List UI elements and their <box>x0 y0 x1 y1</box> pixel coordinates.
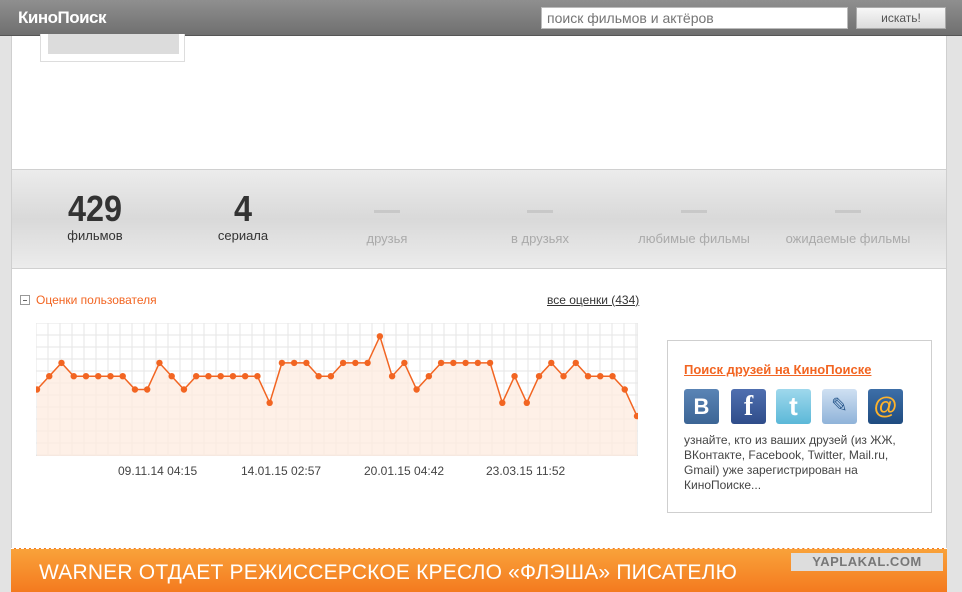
chart-x-label: 14.01.15 02:57 <box>241 464 322 478</box>
chart-point[interactable] <box>82 373 90 380</box>
chart-point[interactable] <box>401 359 408 367</box>
top-bar: КиноПоиск искать! <box>0 0 962 36</box>
chart-point[interactable] <box>364 359 371 367</box>
ratings-title: Оценки пользователя <box>36 293 157 307</box>
chart-point[interactable] <box>205 373 212 380</box>
chart-point[interactable] <box>499 399 506 406</box>
avatar <box>40 34 185 62</box>
chart-point[interactable] <box>450 359 457 367</box>
chart-point[interactable] <box>437 359 445 367</box>
stat-favorite-films[interactable]: любимые фильмы <box>624 170 764 246</box>
chart-point[interactable] <box>425 373 433 380</box>
chart-point[interactable] <box>107 373 114 380</box>
chart-x-label: 23.03.15 11:52 <box>486 464 566 478</box>
chart-point[interactable] <box>131 386 139 393</box>
chart-point[interactable] <box>290 359 298 367</box>
stat-friends[interactable]: друзья <box>317 170 457 246</box>
chart-point[interactable] <box>119 373 126 380</box>
chart-point[interactable] <box>413 386 420 393</box>
vk-icon[interactable]: В <box>684 389 719 424</box>
stat-friends-dash <box>374 210 400 213</box>
chart-x-label: 09.11.14 04:15 <box>118 464 198 478</box>
stat-favorite-label: любимые фильмы <box>638 231 750 246</box>
friends-search-text: узнайте, кто из ваших друзей (из ЖЖ, ВКо… <box>684 433 896 492</box>
chart-point[interactable] <box>278 359 286 367</box>
twitter-icon[interactable]: t <box>776 389 811 424</box>
chart-point[interactable] <box>95 373 102 380</box>
mailru-icon[interactable]: @ <box>868 389 903 424</box>
chart-point[interactable] <box>303 359 310 367</box>
chart-point[interactable] <box>548 359 555 367</box>
watermark: YAPLAKAL.COM <box>791 553 943 571</box>
ratings-chart <box>36 323 638 456</box>
stat-films[interactable]: 429 фильмов <box>25 170 165 244</box>
friends-search-title[interactable]: Поиск друзей на КиноПоиске <box>684 362 871 377</box>
chart-point[interactable] <box>597 373 604 380</box>
stat-awaited-films[interactable]: ожидаемые фильмы <box>778 170 918 246</box>
chart-point[interactable] <box>254 373 261 380</box>
chart-point[interactable] <box>584 373 592 380</box>
chart-point[interactable] <box>523 399 530 406</box>
stat-friends-label: друзья <box>366 231 408 246</box>
search-input[interactable] <box>541 7 848 29</box>
chart-point[interactable] <box>168 373 175 380</box>
chart-point[interactable] <box>192 373 200 380</box>
stats-bar: 429 фильмов 4 сериала друзья в друзьях л… <box>12 169 946 269</box>
chart-point[interactable] <box>217 373 224 380</box>
chart-point[interactable] <box>462 359 469 367</box>
stat-series-label: сериала <box>217 228 269 243</box>
profile-page: 429 фильмов 4 сериала друзья в друзьях л… <box>11 34 947 576</box>
stat-favorite-dash <box>681 210 707 213</box>
chart-x-label: 20.01.15 04:42 <box>364 464 445 478</box>
avatar-image <box>48 34 179 54</box>
livejournal-icon[interactable]: ✎ <box>822 389 857 424</box>
stat-in-friends-label: в друзьях <box>511 231 569 246</box>
chart-point[interactable] <box>376 333 384 340</box>
chart-point[interactable] <box>156 359 163 367</box>
friends-search-box: Поиск друзей на КиноПоиске В f t ✎ @ узн… <box>667 340 932 513</box>
chart-point[interactable] <box>58 359 65 367</box>
chart-point[interactable] <box>180 386 188 393</box>
facebook-icon[interactable]: f <box>731 389 766 424</box>
stat-awaited-label: ожидаемые фильмы <box>785 231 911 246</box>
chart-point[interactable] <box>621 386 628 393</box>
chart-point[interactable] <box>229 373 237 380</box>
chart-point[interactable] <box>486 359 494 367</box>
chart-point[interactable] <box>352 359 359 367</box>
stat-series-count: 4 <box>233 188 253 229</box>
search-button[interactable]: искать! <box>856 7 946 29</box>
stat-series[interactable]: 4 сериала <box>173 170 313 244</box>
chart-point[interactable] <box>511 373 518 380</box>
ratings-header[interactable]: Оценки пользователя <box>20 293 157 307</box>
chart-point[interactable] <box>609 373 616 380</box>
stat-in-friends-dash <box>527 210 553 213</box>
chart-point[interactable] <box>535 373 543 380</box>
chart-point[interactable] <box>315 373 322 380</box>
chart-point[interactable] <box>474 359 482 367</box>
collapse-icon[interactable] <box>20 295 30 305</box>
chart-point[interactable] <box>388 373 396 380</box>
chart-point[interactable] <box>241 373 249 380</box>
chart-point[interactable] <box>572 359 579 367</box>
news-headline[interactable]: WARNER ОТДАЕТ РЕЖИССЕРСКОЕ КРЕСЛО «ФЛЭША… <box>39 561 737 585</box>
chart-point[interactable] <box>70 373 77 380</box>
chart-point[interactable] <box>339 359 347 367</box>
chart-point[interactable] <box>560 373 567 380</box>
chart-point[interactable] <box>144 386 151 393</box>
stat-awaited-dash <box>835 210 861 213</box>
all-ratings-link[interactable]: все оценки (434) <box>547 293 639 307</box>
chart-point[interactable] <box>266 399 273 406</box>
site-logo[interactable]: КиноПоиск <box>18 8 107 28</box>
stat-films-label: фильмов <box>67 228 123 243</box>
stat-in-friends[interactable]: в друзьях <box>470 170 610 246</box>
chart-point[interactable] <box>46 373 53 380</box>
stat-films-count: 429 <box>67 188 123 229</box>
chart-point[interactable] <box>327 373 335 380</box>
